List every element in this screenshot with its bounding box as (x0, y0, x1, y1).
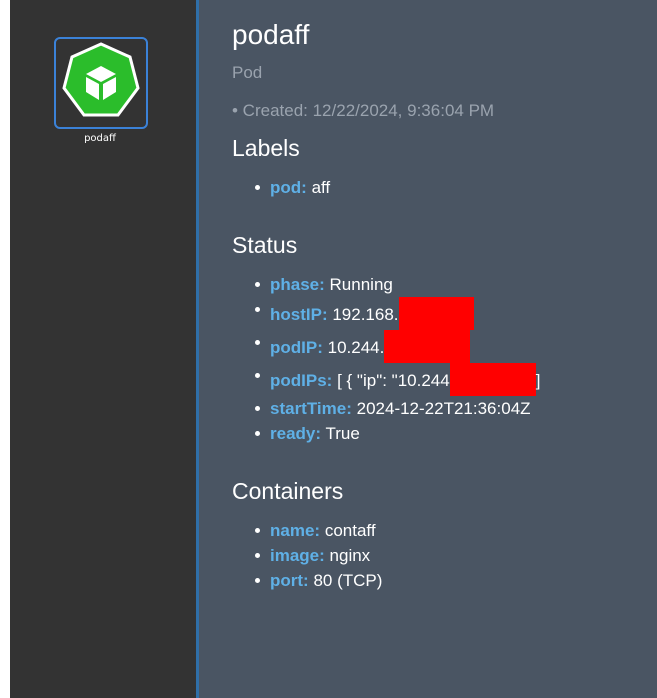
status-value: [ { "ip": "10.244 (337, 371, 450, 390)
status-key: phase: (270, 275, 325, 294)
list-item: ready: True (255, 421, 657, 446)
status-value-suffix: ] (535, 371, 541, 390)
status-key: podIP: (270, 338, 323, 357)
status-key: ready: (270, 424, 322, 443)
label-value: aff (311, 178, 331, 197)
status-value: True (325, 424, 360, 443)
status-value: 192.168. (332, 305, 399, 324)
list-item: name: contaff (255, 518, 657, 543)
labels-list: pod: aff (232, 175, 657, 200)
status-key: startTime: (270, 399, 352, 418)
details-panel: podaff Pod • Created: 12/22/2024, 9:36:0… (196, 0, 657, 698)
redaction-box (449, 363, 536, 396)
status-heading: Status (232, 232, 298, 258)
list-item: pod: aff (255, 175, 657, 200)
labels-heading: Labels (232, 135, 300, 161)
list-item: image: nginx (255, 543, 657, 568)
status-value: 2024-12-22T21:36:04Z (356, 399, 531, 418)
status-key: hostIP: (270, 305, 328, 324)
container-value: 80 (TCP) (313, 571, 383, 590)
redaction-box (398, 297, 474, 330)
container-value: contaff (324, 521, 376, 540)
list-item: phase: Running (255, 272, 657, 297)
resource-title: podaff (232, 19, 310, 50)
pod-cube-icon (62, 42, 140, 117)
list-item: podIP: 10.244. (255, 330, 657, 363)
container-key: port: (270, 571, 309, 590)
status-list: phase: Running hostIP: 192.168. podIP: 1… (232, 272, 657, 446)
pod-node-podaff[interactable] (54, 37, 148, 129)
list-item: podIPs: [ { "ip": "10.244] (255, 363, 657, 396)
list-item: hostIP: 192.168. (255, 297, 657, 330)
label-key: pod: (270, 178, 307, 197)
list-item: port: 80 (TCP) (255, 568, 657, 593)
status-value: Running (329, 275, 393, 294)
container-value: nginx (329, 546, 371, 565)
node-label: podaff (84, 133, 116, 144)
container-key: image: (270, 546, 325, 565)
container-key: name: (270, 521, 321, 540)
containers-list: name: contaff image: nginx port: 80 (TCP… (232, 518, 657, 593)
resource-kind: Pod (232, 63, 263, 82)
containers-heading: Containers (232, 478, 344, 504)
created-timestamp: • Created: 12/22/2024, 9:36:04 PM (232, 101, 495, 120)
status-value: 10.244. (327, 338, 385, 357)
status-key: podIPs: (270, 371, 333, 390)
list-item: startTime: 2024-12-22T21:36:04Z (255, 396, 657, 421)
redaction-box (384, 330, 471, 363)
